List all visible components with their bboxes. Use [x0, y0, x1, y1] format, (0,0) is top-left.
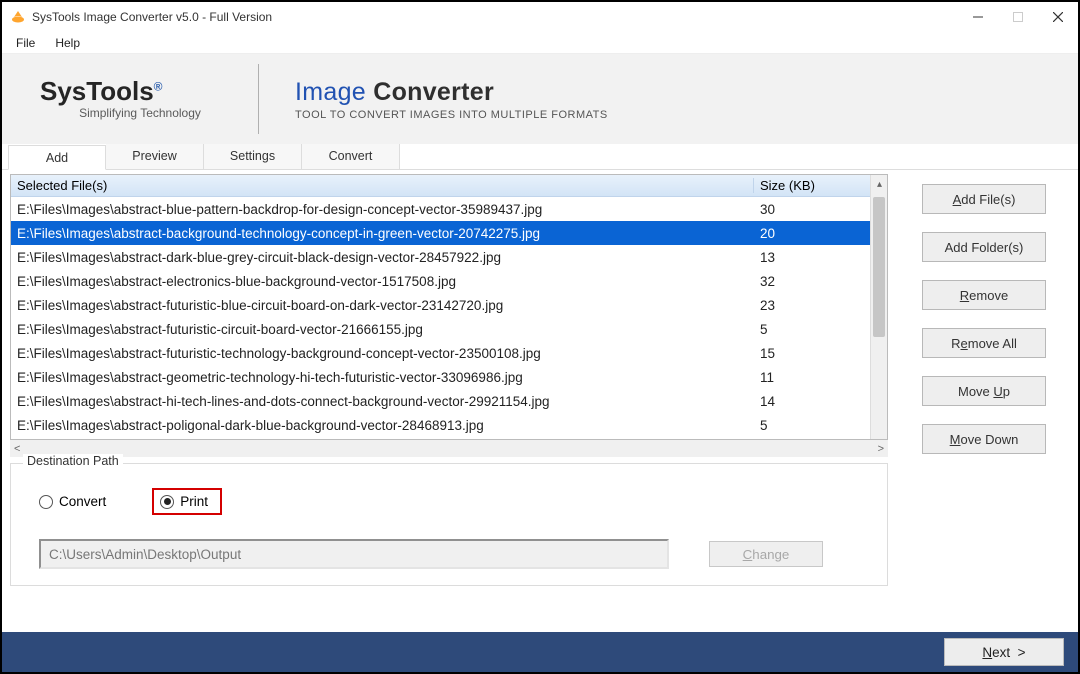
horizontal-scrollbar[interactable]: < > — [10, 440, 888, 457]
radio-convert-icon — [39, 495, 53, 509]
file-size-cell: 11 — [754, 370, 870, 385]
file-path-cell: E:\Files\Images\abstract-geometric-techn… — [11, 370, 754, 385]
file-size-cell: 13 — [754, 250, 870, 265]
table-row[interactable]: E:\Files\Images\abstract-futuristic-blue… — [11, 293, 870, 317]
table-row[interactable]: E:\Files\Images\abstract-electronics-blu… — [11, 269, 870, 293]
radio-print[interactable]: Print — [160, 494, 208, 509]
file-path-cell: E:\Files\Images\abstract-electronics-blu… — [11, 274, 754, 289]
file-size-cell: 23 — [754, 298, 870, 313]
minimize-button[interactable] — [958, 2, 998, 32]
radio-print-label: Print — [180, 494, 208, 509]
bottom-bar: Next > — [2, 632, 1078, 672]
file-path-cell: E:\Files\Images\abstract-futuristic-blue… — [11, 298, 754, 313]
change-button: Change — [709, 541, 823, 567]
file-path-cell: E:\Files\Images\abstract-blue-pattern-ba… — [11, 202, 754, 217]
logo-block: SysTools® Simplifying Technology — [40, 78, 240, 120]
right-column: Add File(s) Add Folder(s) Remove Remove … — [900, 174, 1070, 632]
destination-path-text: C:\Users\Admin\Desktop\Output — [49, 547, 241, 562]
left-column: Selected File(s) Size (KB) E:\Files\Imag… — [10, 174, 888, 632]
app-icon — [10, 9, 26, 25]
tab-strip: Add Preview Settings Convert — [2, 144, 1078, 170]
file-path-cell: E:\Files\Images\abstract-poligonal-dark-… — [11, 418, 754, 433]
brand-text: SysTools — [40, 76, 154, 106]
banner: SysTools® Simplifying Technology Image C… — [2, 54, 1078, 144]
table-row[interactable]: E:\Files\Images\abstract-background-tech… — [11, 221, 870, 245]
registered-icon: ® — [154, 79, 163, 93]
radio-print-icon — [160, 495, 174, 509]
file-path-cell: E:\Files\Images\abstract-background-tech… — [11, 226, 754, 241]
file-size-cell: 20 — [754, 226, 870, 241]
product-word-a: Image — [295, 78, 366, 106]
print-highlight-box: Print — [152, 488, 222, 515]
window-title: SysTools Image Converter v5.0 - Full Ver… — [32, 10, 272, 24]
menu-help[interactable]: Help — [45, 34, 90, 52]
file-path-cell: E:\Files\Images\abstract-futuristic-tech… — [11, 346, 754, 361]
body-area: Selected File(s) Size (KB) E:\Files\Imag… — [2, 170, 1078, 632]
add-files-button[interactable]: Add File(s) — [922, 184, 1046, 214]
maximize-button[interactable] — [998, 2, 1038, 32]
product-block: Image Converter TOOL TO CONVERT IMAGES I… — [295, 78, 608, 121]
table-row[interactable]: E:\Files\Images\abstract-geometric-techn… — [11, 365, 870, 389]
file-list: Selected File(s) Size (KB) E:\Files\Imag… — [10, 174, 888, 440]
destination-legend: Destination Path — [23, 454, 123, 468]
col-header-file[interactable]: Selected File(s) — [11, 178, 754, 193]
next-button[interactable]: Next > — [944, 638, 1064, 666]
destination-group: Destination Path Convert Print C:\Users\… — [10, 463, 888, 586]
close-button[interactable] — [1038, 2, 1078, 32]
file-size-cell: 15 — [754, 346, 870, 361]
destination-path-input[interactable]: C:\Users\Admin\Desktop\Output — [39, 539, 669, 569]
title-bar: SysTools Image Converter v5.0 - Full Ver… — [2, 2, 1078, 32]
scroll-thumb[interactable] — [873, 197, 885, 337]
window-controls — [958, 2, 1078, 32]
scroll-left-icon[interactable]: < — [14, 443, 20, 455]
file-list-body: E:\Files\Images\abstract-blue-pattern-ba… — [11, 197, 870, 437]
radio-convert[interactable]: Convert — [39, 494, 106, 509]
table-row[interactable]: E:\Files\Images\abstract-dark-blue-grey-… — [11, 245, 870, 269]
table-row[interactable]: E:\Files\Images\abstract-poligonal-dark-… — [11, 413, 870, 437]
remove-all-button[interactable]: Remove All — [922, 328, 1046, 358]
file-path-cell: E:\Files\Images\abstract-hi-tech-lines-a… — [11, 394, 754, 409]
path-row: C:\Users\Admin\Desktop\Output Change — [39, 539, 871, 569]
menu-bar: File Help — [2, 32, 1078, 54]
scroll-right-icon[interactable]: > — [878, 443, 884, 455]
file-size-cell: 5 — [754, 322, 870, 337]
brand-name: SysTools® — [40, 78, 240, 104]
radio-row: Convert Print — [39, 488, 871, 515]
table-row[interactable]: E:\Files\Images\abstract-blue-pattern-ba… — [11, 197, 870, 221]
file-list-header: Selected File(s) Size (KB) — [11, 175, 870, 197]
scroll-up-icon[interactable]: ▴ — [874, 179, 885, 190]
file-size-cell: 32 — [754, 274, 870, 289]
radio-convert-label: Convert — [59, 494, 106, 509]
remove-button[interactable]: Remove — [922, 280, 1046, 310]
product-word-b: Converter — [373, 78, 494, 106]
file-size-cell: 5 — [754, 418, 870, 433]
file-path-cell: E:\Files\Images\abstract-futuristic-circ… — [11, 322, 754, 337]
file-list-scroll: Selected File(s) Size (KB) E:\Files\Imag… — [11, 175, 870, 439]
table-row[interactable]: E:\Files\Images\abstract-futuristic-tech… — [11, 341, 870, 365]
vertical-scrollbar[interactable]: ▴ — [870, 175, 887, 439]
add-folders-button[interactable]: Add Folder(s) — [922, 232, 1046, 262]
file-size-cell: 30 — [754, 202, 870, 217]
brand-tagline: Simplifying Technology — [40, 106, 240, 120]
tab-add[interactable]: Add — [8, 145, 106, 170]
tab-preview[interactable]: Preview — [106, 144, 204, 169]
table-row[interactable]: E:\Files\Images\abstract-hi-tech-lines-a… — [11, 389, 870, 413]
product-subtitle: TOOL TO CONVERT IMAGES INTO MULTIPLE FOR… — [295, 109, 608, 121]
divider — [258, 64, 259, 134]
move-down-button[interactable]: Move Down — [922, 424, 1046, 454]
file-path-cell: E:\Files\Images\abstract-dark-blue-grey-… — [11, 250, 754, 265]
tab-settings[interactable]: Settings — [204, 144, 302, 169]
menu-file[interactable]: File — [6, 34, 45, 52]
tab-convert[interactable]: Convert — [302, 144, 400, 169]
move-up-button[interactable]: Move Up — [922, 376, 1046, 406]
table-row[interactable]: E:\Files\Images\abstract-futuristic-circ… — [11, 317, 870, 341]
col-header-size[interactable]: Size (KB) — [754, 178, 870, 193]
product-title: Image Converter — [295, 78, 608, 107]
file-size-cell: 14 — [754, 394, 870, 409]
